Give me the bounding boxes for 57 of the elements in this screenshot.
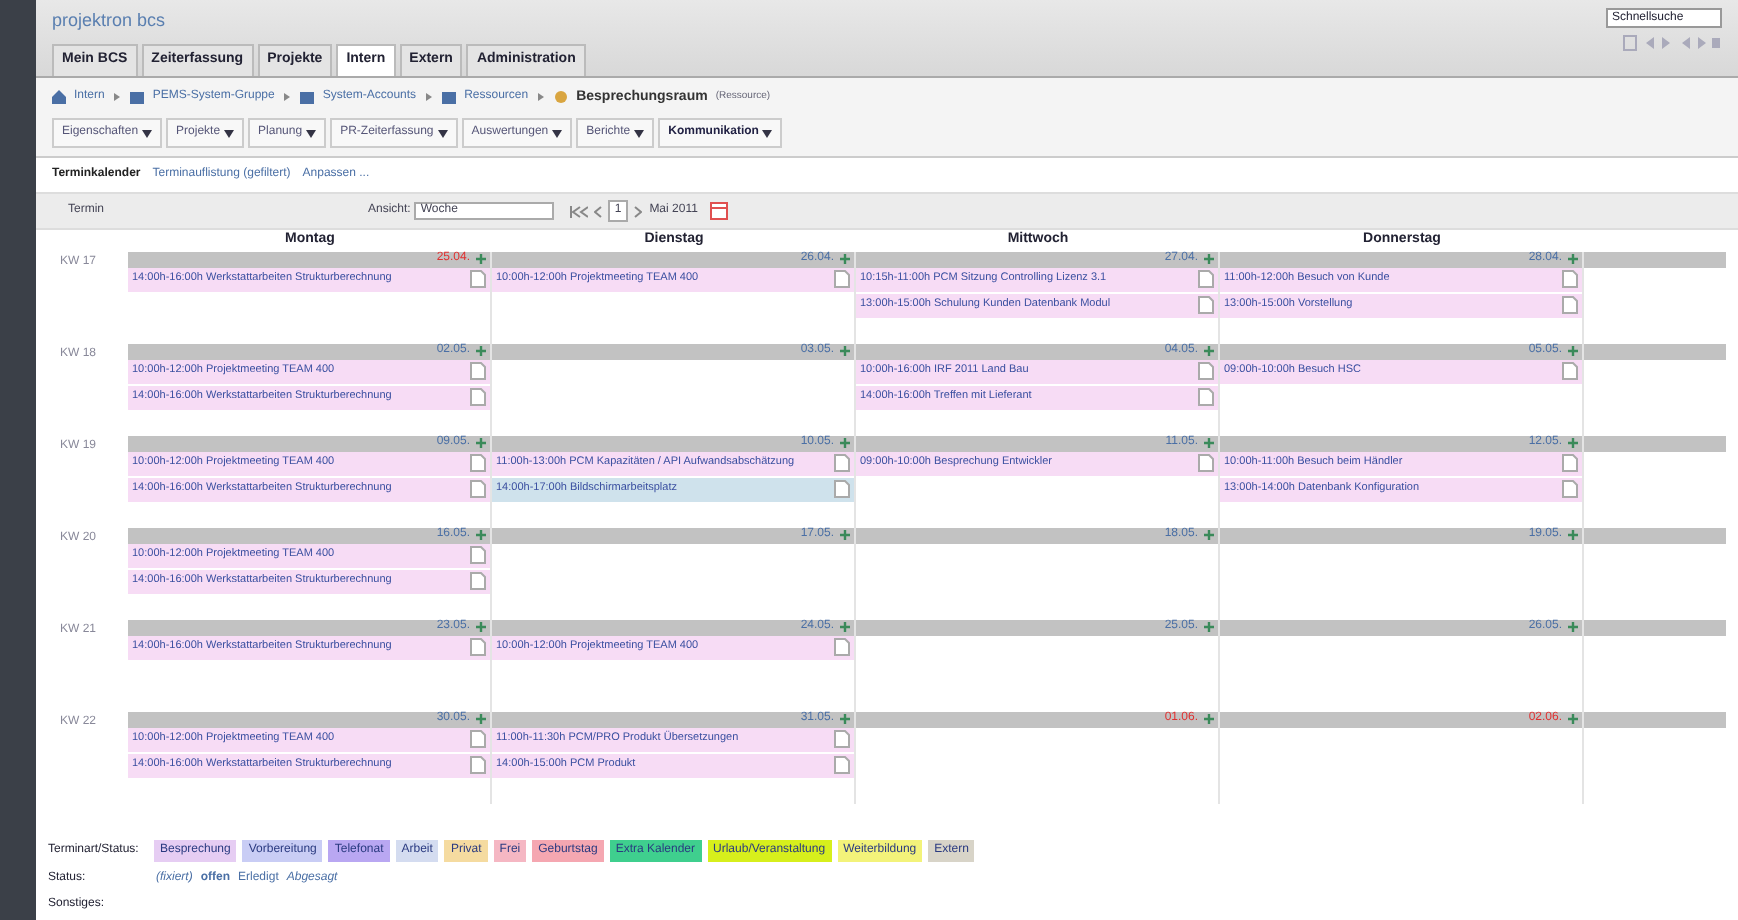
plus-icon[interactable] <box>476 622 486 632</box>
caret-icon <box>142 129 153 137</box>
day-date-bar[interactable] <box>1584 343 1726 359</box>
note-icon[interactable] <box>470 270 486 288</box>
plus-icon[interactable] <box>1204 438 1214 448</box>
plus-icon[interactable] <box>476 530 486 540</box>
chevron-right-icon <box>536 92 547 103</box>
plus-icon[interactable] <box>1204 714 1214 724</box>
chevron-right-icon <box>282 92 293 103</box>
caret-icon <box>437 129 448 137</box>
plus-icon[interactable] <box>476 254 486 264</box>
caret-icon <box>552 129 563 137</box>
plus-icon[interactable] <box>1568 438 1578 448</box>
plus-icon[interactable] <box>1568 714 1578 724</box>
app-logo: projektron bcs <box>52 8 168 34</box>
plus-icon[interactable] <box>1204 622 1214 632</box>
plus-icon[interactable] <box>840 530 850 540</box>
note-icon[interactable] <box>834 270 850 288</box>
calendar-icon[interactable] <box>709 202 728 220</box>
plus-icon[interactable] <box>840 438 850 448</box>
day-date-bar[interactable] <box>1584 711 1726 727</box>
next-page-button[interactable] <box>633 205 642 217</box>
plus-icon[interactable] <box>840 714 850 724</box>
previous-page-button[interactable] <box>594 205 603 217</box>
caret-icon <box>634 129 645 137</box>
plus-icon[interactable] <box>1568 254 1578 264</box>
note-icon[interactable] <box>1198 454 1214 472</box>
plus-icon[interactable] <box>840 622 850 632</box>
plus-icon[interactable] <box>476 438 486 448</box>
plus-icon[interactable] <box>1568 346 1578 356</box>
caret-icon <box>224 129 235 137</box>
plus-icon[interactable] <box>476 714 486 724</box>
day-date-bar[interactable] <box>1584 435 1726 451</box>
folder-icon <box>130 91 145 104</box>
chevron-right-icon <box>112 92 123 103</box>
note-icon[interactable] <box>834 638 850 656</box>
folder-icon <box>300 91 315 104</box>
caret-icon <box>762 129 773 137</box>
chevron-right-icon <box>424 92 435 103</box>
day-date-bar[interactable] <box>1584 251 1726 267</box>
first-page-button[interactable] <box>570 205 589 217</box>
plus-icon[interactable] <box>1204 254 1214 264</box>
day-date-bar[interactable] <box>1584 619 1726 635</box>
day-date-bar[interactable] <box>1584 527 1726 543</box>
plus-icon[interactable] <box>1568 622 1578 632</box>
plus-icon[interactable] <box>840 254 850 264</box>
toolbar-arrows-icon[interactable] <box>1622 34 1722 52</box>
note-icon[interactable] <box>470 638 486 656</box>
folder-icon <box>442 91 457 104</box>
plus-icon[interactable] <box>1204 346 1214 356</box>
plus-icon[interactable] <box>1568 530 1578 540</box>
caret-icon <box>306 129 317 137</box>
plus-icon[interactable] <box>476 346 486 356</box>
plus-icon[interactable] <box>1204 530 1214 540</box>
note-icon[interactable] <box>1562 362 1578 380</box>
home-icon <box>52 90 66 105</box>
plus-icon[interactable] <box>840 346 850 356</box>
